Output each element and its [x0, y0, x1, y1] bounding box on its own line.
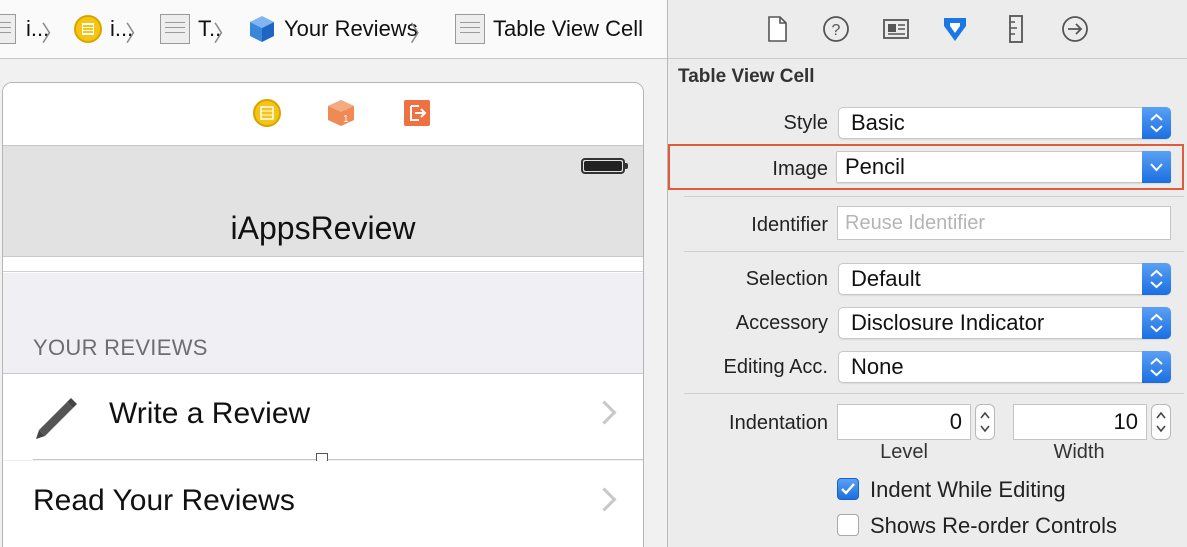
indentation-width-stepper[interactable]	[1151, 404, 1171, 440]
chevron-right-icon: 〉	[41, 21, 64, 46]
table-row[interactable]: Write a Review	[3, 373, 643, 460]
indent-while-editing-checkbox[interactable]	[837, 478, 859, 500]
pencil-icon	[36, 398, 77, 439]
image-label: Image	[772, 158, 828, 180]
editing-accessory-value: None	[851, 354, 904, 379]
indentation-width-input[interactable]: 10	[1013, 404, 1147, 440]
battery-icon	[581, 158, 628, 174]
chevron-right-icon: 〉	[213, 21, 236, 46]
breadcrumb-item-table-cell[interactable]: Table View Cell	[455, 0, 643, 58]
svg-text:1: 1	[343, 114, 349, 125]
breadcrumb-item-table-view[interactable]: T.. 〉	[160, 0, 235, 58]
scene-icon	[74, 15, 102, 43]
identifier-input[interactable]: Reuse Identifier	[837, 206, 1171, 240]
up-down-chevron-icon	[1142, 107, 1171, 139]
size-inspector-icon[interactable]	[1001, 14, 1031, 44]
first-responder-icon[interactable]: 1	[327, 99, 355, 127]
accessory-value: Disclosure Indicator	[851, 310, 1045, 335]
shows-reorder-controls-label[interactable]: Shows Re-order Controls	[870, 513, 1117, 539]
editing-accessory-popup[interactable]: None	[838, 351, 1171, 383]
navigation-bar: iAppsReview	[3, 146, 643, 257]
divider	[684, 196, 1184, 197]
chevron-right-icon	[592, 400, 617, 425]
table-cell-icon	[455, 14, 485, 44]
file-inspector-icon[interactable]	[762, 14, 792, 44]
table-row[interactable]: Read Your Reviews	[3, 461, 643, 547]
shows-reorder-controls-checkbox[interactable]	[837, 514, 859, 536]
identity-inspector-icon[interactable]	[881, 14, 911, 44]
scene-dock: 1	[3, 83, 643, 146]
breadcrumb-item-scene[interactable]: i... 〉	[74, 0, 147, 58]
chevron-right-icon	[592, 487, 617, 512]
accessory-popup[interactable]: Disclosure Indicator	[838, 307, 1171, 339]
svg-text:?: ?	[832, 22, 841, 39]
style-popup[interactable]: Basic	[838, 107, 1171, 139]
selection-label: Selection	[745, 268, 828, 290]
selection-popup[interactable]: Default	[838, 263, 1171, 295]
exit-icon[interactable]	[403, 99, 431, 127]
attributes-inspector-icon[interactable]	[940, 14, 970, 44]
chevron-right-icon: 〉	[125, 21, 148, 46]
width-caption: Width	[1053, 441, 1105, 463]
up-down-chevron-icon	[1142, 351, 1171, 383]
section-title: Table View Cell	[678, 66, 815, 87]
divider	[684, 393, 1184, 394]
image-value: Pencil	[845, 154, 905, 179]
table-top-spacer	[3, 257, 643, 272]
table-view-icon	[160, 14, 190, 44]
style-label: Style	[783, 112, 828, 134]
indentation-level-input[interactable]: 0	[837, 404, 971, 440]
breadcrumb: i... 〉 i... 〉 T.. 〉 Your Reviews 〉 Table…	[0, 0, 667, 59]
cell-label: Write a Review	[109, 397, 311, 430]
chevron-right-icon: 〉	[409, 21, 432, 46]
view-controller-icon[interactable]	[253, 99, 281, 127]
attributes-inspector: ? Table View Cell Style Basic Image Penc…	[668, 0, 1187, 547]
breadcrumb-label: Table View Cell	[493, 16, 644, 41]
divider	[684, 251, 1184, 252]
indentation-label: Indentation	[729, 412, 828, 434]
breadcrumb-item-section[interactable]: Your Reviews 〉	[248, 0, 432, 58]
cell-label: Read Your Reviews	[33, 484, 295, 517]
indentation-level-stepper[interactable]	[975, 404, 995, 440]
help-icon[interactable]: ?	[821, 14, 851, 44]
section-header: YOUR REVIEWS	[33, 335, 208, 360]
nav-title: iAppsReview	[230, 210, 416, 246]
level-caption: Level	[880, 441, 928, 463]
up-down-chevron-icon	[1142, 307, 1171, 339]
scene-frame[interactable]: 1 iAppsReview YOUR REVIEWS Write a Revie…	[2, 82, 644, 547]
up-down-chevron-icon	[1142, 263, 1171, 295]
chevron-down-icon[interactable]	[1142, 151, 1171, 183]
cell-separator	[33, 459, 643, 460]
storyboard-canvas: i... 〉 i... 〉 T.. 〉 Your Reviews 〉 Table…	[0, 0, 667, 547]
inspector-toolbar: ?	[668, 0, 1187, 59]
connections-inspector-icon[interactable]	[1060, 14, 1090, 44]
image-combo[interactable]: Pencil	[836, 151, 1171, 183]
breadcrumb-label: Your Reviews	[284, 16, 418, 41]
selection-value: Default	[851, 266, 921, 291]
editing-accessory-label: Editing Acc.	[723, 356, 828, 378]
section-cube-icon	[250, 16, 274, 42]
indent-while-editing-label[interactable]: Indent While Editing	[870, 477, 1066, 503]
accessory-label: Accessory	[735, 312, 828, 334]
identifier-label: Identifier	[751, 214, 828, 236]
style-value: Basic	[851, 110, 905, 135]
breadcrumb-item-file[interactable]: i... 〉	[0, 0, 63, 58]
checkmark-icon	[841, 483, 855, 495]
